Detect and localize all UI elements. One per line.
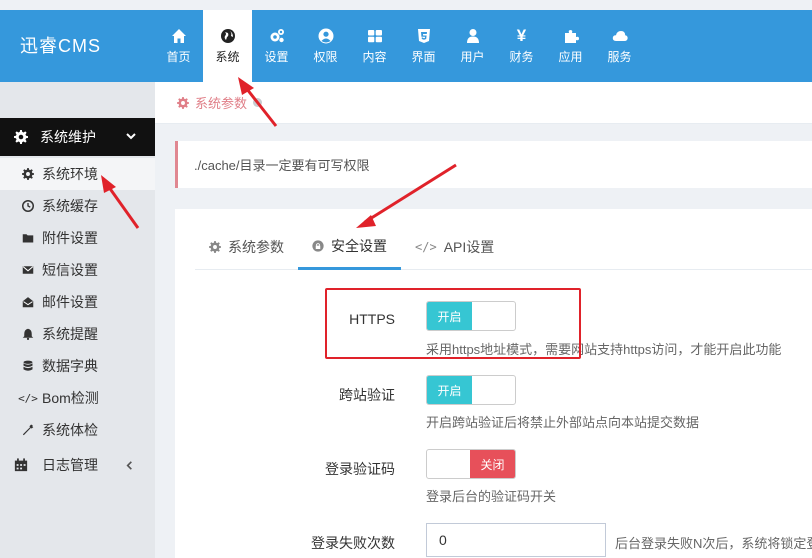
clock-icon — [20, 200, 36, 212]
nav-service[interactable]: 服务 — [595, 10, 644, 82]
sidebar-item-label: 邮件设置 — [42, 294, 98, 310]
nav-interface-label: 界面 — [411, 50, 436, 64]
top-nav: 首页 系统 设置 权限 内容 界面 用户 ¥ 财务 应用 服务 — [154, 10, 644, 82]
calendar-icon — [14, 458, 32, 472]
nav-user[interactable]: 用户 — [448, 10, 497, 82]
nav-settings-label: 设置 — [264, 50, 289, 64]
sidebar-item-label: 系统缓存 — [42, 198, 98, 214]
nav-permission-label: 权限 — [313, 50, 338, 64]
user-circle-icon — [317, 27, 335, 45]
login-fail-input[interactable] — [426, 523, 606, 557]
nav-system[interactable]: 系统 — [203, 10, 252, 82]
sidebar-item-label: 系统体检 — [42, 422, 98, 438]
nav-content-label: 内容 — [362, 50, 387, 64]
sidebar-group-label: 日志管理 — [42, 457, 98, 473]
sidebar-item-label: Bom检测 — [42, 390, 99, 406]
tab-system-params[interactable]: 系统参数 — [195, 224, 298, 270]
database-icon — [20, 360, 36, 372]
cloud-icon — [611, 27, 629, 45]
gear-icon — [209, 241, 221, 253]
sidebar-item-data-dict[interactable]: 数据字典 — [0, 350, 155, 382]
nav-settings[interactable]: 设置 — [252, 10, 301, 82]
nav-system-label: 系统 — [215, 50, 240, 64]
login-fail-label: 登录失败次数 — [311, 535, 395, 551]
yen-icon: ¥ — [516, 26, 527, 45]
sidebar-item-sms[interactable]: 短信设置 — [0, 254, 155, 286]
nav-home-label: 首页 — [166, 50, 191, 64]
breadcrumb: 系统参数 — [155, 82, 812, 124]
captcha-help: 登录后台的验证码开关 — [426, 489, 557, 504]
folder-icon — [20, 232, 36, 244]
captcha-label: 登录验证码 — [325, 461, 395, 477]
sidebar-item-label: 系统提醒 — [42, 326, 98, 342]
envelope-open-icon — [20, 296, 36, 308]
nav-content[interactable]: 内容 — [350, 10, 399, 82]
gear-icon — [177, 96, 189, 109]
wrench-icon — [20, 424, 36, 436]
nav-permission[interactable]: 权限 — [301, 10, 350, 82]
csrf-toggle[interactable]: 开启 — [426, 375, 516, 405]
csrf-label: 跨站验证 — [339, 387, 395, 403]
chevron-down-icon — [125, 129, 137, 145]
sidebar-item-bom-check[interactable]: </> Bom检测 — [0, 382, 155, 414]
notice-alert: ./cache/目录一定要有可写权限 — [175, 141, 812, 188]
globe-icon — [219, 27, 237, 45]
gear-icon — [20, 168, 36, 180]
csrf-help: 开启跨站验证后将禁止外部站点向本站提交数据 — [426, 415, 700, 430]
sidebar: 系统维护 系统环境 系统缓存 附件设置 短信设置 邮件设置 系统提醒 数据字典 … — [0, 82, 155, 558]
lock-icon — [312, 239, 324, 252]
app-logo[interactable]: 迅睿CMS — [20, 10, 101, 82]
breadcrumb-dot — [253, 98, 263, 107]
nav-interface[interactable]: 界面 — [399, 10, 448, 82]
sidebar-item-system-env[interactable]: 系统环境 — [0, 158, 155, 190]
top-header: 迅睿CMS 首页 系统 设置 权限 内容 界面 用户 ¥ 财务 应用 服务 — [0, 10, 812, 82]
breadcrumb-current[interactable]: 系统参数 — [195, 93, 247, 112]
sidebar-item-email[interactable]: 邮件设置 — [0, 286, 155, 318]
settings-panel: 系统参数 安全设置 </> API设置 HTTPS 开启 采用https地址模式… — [175, 209, 812, 558]
tab-api[interactable]: </> API设置 — [401, 224, 508, 270]
nav-finance[interactable]: ¥ 财务 — [497, 10, 546, 82]
envelope-icon — [20, 264, 36, 276]
nav-user-label: 用户 — [460, 50, 485, 64]
code-icon: </> — [415, 240, 437, 254]
sidebar-group-system-maintenance[interactable]: 系统维护 — [0, 118, 155, 156]
captcha-toggle[interactable]: 关闭 — [426, 449, 516, 479]
switch-on-label: 开启 — [427, 376, 472, 404]
sidebar-item-system-check[interactable]: 系统体检 — [0, 414, 155, 446]
chevron-left-icon — [124, 458, 135, 474]
switch-off-label: 关闭 — [470, 450, 515, 478]
nav-service-label: 服务 — [607, 50, 632, 64]
sidebar-item-attachment[interactable]: 附件设置 — [0, 222, 155, 254]
bell-icon — [20, 328, 36, 340]
puzzle-icon — [562, 27, 580, 45]
gears-icon — [268, 27, 286, 45]
sidebar-item-label: 附件设置 — [42, 230, 98, 246]
sidebar-item-label: 短信设置 — [42, 262, 98, 278]
grid-icon — [366, 27, 384, 45]
home-icon — [170, 27, 188, 45]
nav-apps-label: 应用 — [558, 50, 583, 64]
nav-apps[interactable]: 应用 — [546, 10, 595, 82]
notice-text: ./cache/目录一定要有可写权限 — [194, 158, 370, 173]
nav-finance-label: 财务 — [509, 50, 534, 64]
tab-label: API设置 — [443, 239, 495, 255]
tab-bar: 系统参数 安全设置 </> API设置 — [195, 224, 812, 270]
html5-icon — [415, 27, 433, 45]
sidebar-group-log[interactable]: 日志管理 — [0, 448, 155, 482]
nav-home[interactable]: 首页 — [154, 10, 203, 82]
sidebar-item-label: 系统环境 — [42, 166, 98, 182]
user-icon — [464, 27, 482, 45]
sidebar-group-label: 系统维护 — [40, 129, 96, 145]
code-icon: </> — [18, 391, 38, 405]
tab-security[interactable]: 安全设置 — [298, 224, 401, 270]
login-fail-help: 后台登录失败N次后，系统将锁定登 — [615, 536, 812, 551]
sidebar-item-system-cache[interactable]: 系统缓存 — [0, 190, 155, 222]
sidebar-list: 系统环境 系统缓存 附件设置 短信设置 邮件设置 系统提醒 数据字典 </> B — [0, 158, 155, 446]
tab-label: 安全设置 — [331, 237, 387, 254]
gear-icon — [14, 130, 32, 144]
annotation-box — [325, 288, 581, 359]
tab-label: 系统参数 — [228, 239, 284, 255]
sidebar-item-alerts[interactable]: 系统提醒 — [0, 318, 155, 350]
sidebar-item-label: 数据字典 — [42, 358, 98, 374]
